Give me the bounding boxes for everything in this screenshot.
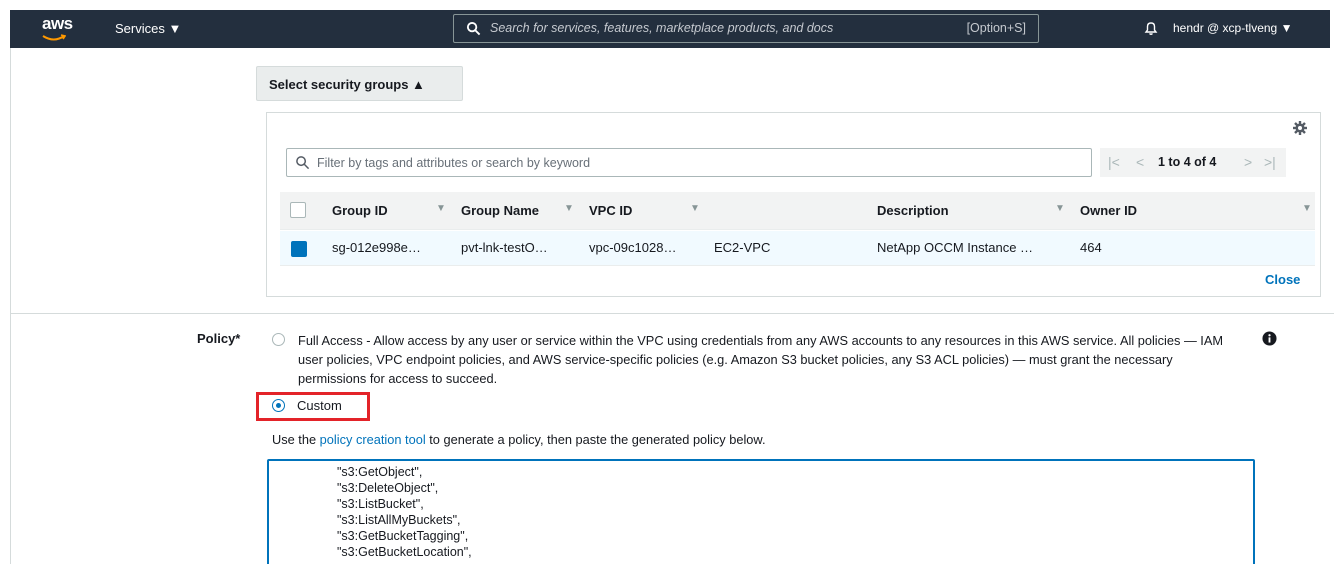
info-icon[interactable] [1262,331,1277,346]
cell-group-id: sg-012e998e… [332,240,421,255]
pagination-text: 1 to 4 of 4 [1158,155,1217,169]
pagination: |< < 1 to 4 of 4 > >| [1100,148,1286,177]
policy-code-line: "s3:DeleteObject", [337,481,439,495]
page-left-border [10,48,11,564]
first-page-icon[interactable]: |< [1108,154,1120,170]
policy-code-line: "s3:ListBucket", [337,497,424,511]
policy-code-line: "s3:ListAllMyBuckets", [337,513,461,527]
policy-code-line: "s3:GetBucketTagging", [337,529,469,543]
row-checkbox-selected[interactable] [291,241,307,257]
policy-code-line: "s3:GetBucketLocation", [337,545,472,559]
help-text-suffix: to generate a policy, then paste the gen… [429,432,766,447]
help-text-prefix: Use the [272,432,317,447]
column-header-owner-id[interactable]: Owner ID [1080,203,1137,218]
full-access-radio[interactable] [272,333,285,346]
column-header-group-name[interactable]: Group Name [461,203,539,218]
next-page-icon[interactable]: > [1244,154,1252,170]
policy-code-line: "s3:GetObject", [337,465,423,479]
table-header: Group ID ▼ Group Name ▼ VPC ID ▼ Descrip… [280,192,1315,230]
cell-vpc-id: vpc-09c1028… [589,240,677,255]
table-row[interactable]: sg-012e998e… pvt-lnk-testO… vpc-09c1028…… [280,231,1315,265]
custom-radio-label[interactable]: Custom [297,398,342,413]
search-shortcut: [Option+S] [966,21,1026,35]
policy-creation-tool-link[interactable]: policy creation tool [320,432,426,447]
filter-placeholder: Filter by tags and attributes or search … [317,156,591,170]
last-page-icon[interactable]: >| [1264,154,1276,170]
search-icon [466,21,481,36]
sort-icon[interactable]: ▼ [1302,203,1312,214]
security-group-filter-input[interactable]: Filter by tags and attributes or search … [286,148,1092,177]
policy-json-textarea[interactable]: "s3:GetObject", "s3:DeleteObject", "s3:L… [267,459,1255,564]
policy-label: Policy* [197,331,241,346]
select-security-groups-button[interactable]: Select security groups ▲ [256,66,463,101]
column-header-description[interactable]: Description [877,203,949,218]
cell-vpc-name: EC2-VPC [714,240,771,255]
cell-owner-id: 464 [1080,240,1102,255]
sort-icon[interactable]: ▼ [1055,203,1065,214]
row-divider [280,265,1315,266]
global-search-input[interactable]: Search for services, features, marketpla… [453,14,1039,43]
services-menu[interactable]: Services ▼ [115,21,181,36]
custom-radio-selected[interactable] [272,399,285,412]
column-header-vpc-id[interactable]: VPC ID [589,203,632,218]
aws-logo[interactable]: aws [40,14,80,42]
close-security-groups-link[interactable]: Close [1265,272,1300,287]
policy-help-text: Use the policy creation tool to generate… [272,432,766,447]
full-access-description: Full Access - Allow access by any user o… [298,333,1224,386]
gear-icon[interactable] [1292,120,1308,136]
cell-group-name: pvt-lnk-testO… [461,240,548,255]
account-menu[interactable]: hendr @ xcp-tlveng ▼ [1173,21,1292,35]
bell-icon[interactable] [1143,20,1159,36]
column-header-group-id[interactable]: Group ID [332,203,388,218]
search-placeholder: Search for services, features, marketpla… [490,21,834,35]
top-navigation-bar: aws Services ▼ Search for services, feat… [10,10,1330,48]
section-divider [10,313,1334,314]
sort-icon[interactable]: ▼ [564,203,574,214]
search-icon [296,156,310,170]
aws-logo-text: aws [42,14,73,33]
sort-icon[interactable]: ▼ [436,203,446,214]
select-all-checkbox[interactable] [290,202,306,218]
sort-icon[interactable]: ▼ [690,203,700,214]
aws-smile-icon [42,34,66,41]
cell-description: NetApp OCCM Instance … [877,240,1034,255]
previous-page-icon[interactable]: < [1136,154,1144,170]
